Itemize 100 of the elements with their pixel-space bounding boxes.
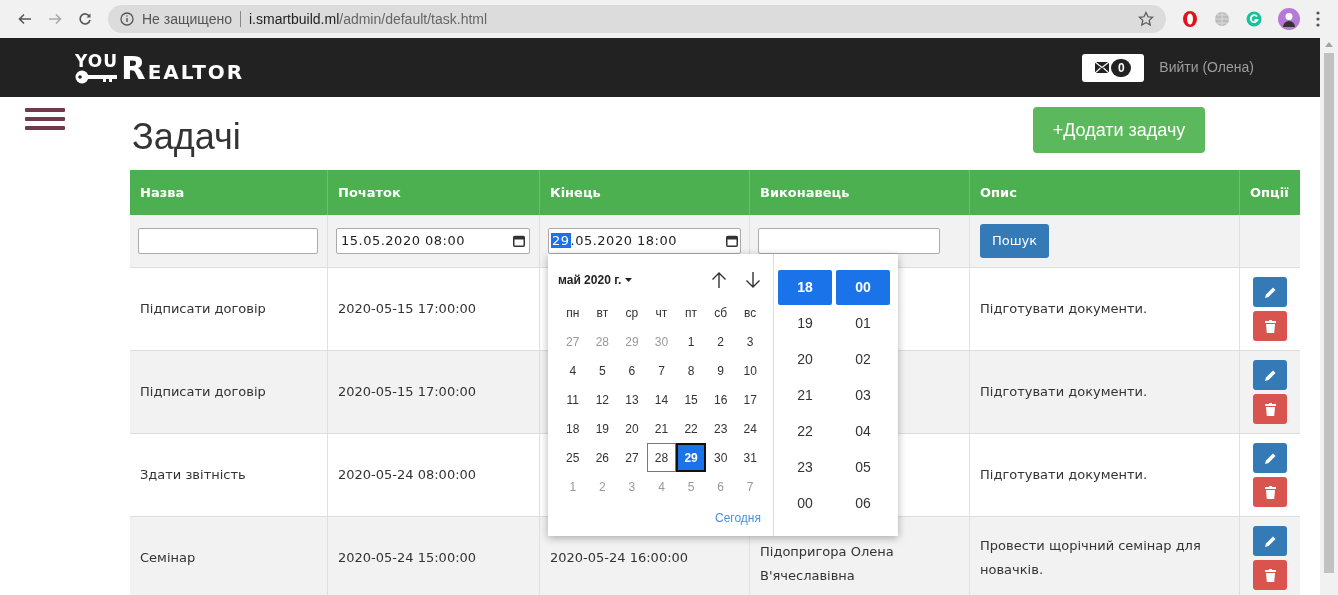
start-date-field[interactable]: 15.05.2020 08:00: [336, 228, 530, 254]
calendar-day[interactable]: 24: [735, 414, 765, 443]
calendar-day[interactable]: 8: [676, 356, 706, 385]
time-option[interactable]: 05: [836, 450, 890, 485]
time-option[interactable]: 21: [778, 378, 832, 413]
calendar-day[interactable]: 4: [558, 356, 588, 385]
calendar-day[interactable]: 26: [587, 443, 618, 472]
time-option[interactable]: 22: [778, 414, 832, 449]
search-button[interactable]: Пошук: [980, 224, 1050, 258]
edit-button[interactable]: [1253, 526, 1287, 556]
more-menu-icon[interactable]: [1316, 11, 1320, 27]
time-option[interactable]: 18: [778, 270, 832, 305]
pencil-icon: [1263, 451, 1277, 465]
url-text: i.smartbuild.ml/admin/default/task.html: [249, 9, 488, 29]
task-name: Здати звітність: [140, 466, 246, 484]
start-time: 2020-05-15 17:00:00: [338, 300, 477, 318]
calendar-day[interactable]: 13: [617, 385, 647, 414]
calendar-day[interactable]: 5: [587, 356, 618, 385]
edit-button[interactable]: [1253, 360, 1287, 390]
calendar-day[interactable]: 19: [587, 414, 618, 443]
oval-extension-icon[interactable]: [1182, 10, 1198, 28]
column-header: Кінець: [550, 183, 601, 202]
delete-button[interactable]: [1253, 477, 1287, 507]
edit-button[interactable]: [1253, 443, 1287, 473]
weekday-label: пт: [685, 304, 698, 322]
task-description: Підготувати документи.: [980, 300, 1148, 318]
task-name: Семінар: [140, 549, 196, 567]
messages-button[interactable]: 0: [1082, 53, 1145, 82]
reload-icon[interactable]: [78, 12, 92, 26]
calendar-day[interactable]: 25: [558, 443, 588, 472]
edit-button[interactable]: [1253, 277, 1287, 307]
time-option[interactable]: 04: [836, 414, 890, 449]
delete-button[interactable]: [1253, 560, 1287, 590]
weekday-label: чт: [655, 304, 668, 322]
calendar-day[interactable]: 12: [587, 385, 618, 414]
executor-filter-field[interactable]: [758, 228, 940, 254]
time-option[interactable]: 03: [836, 378, 890, 413]
menu-icon[interactable]: [25, 108, 65, 130]
start-time: 2020-05-24 08:00:00: [338, 466, 477, 484]
calendar-day[interactable]: 21: [646, 414, 677, 443]
time-option[interactable]: 23: [778, 450, 832, 485]
star-icon[interactable]: [1138, 11, 1154, 27]
scrollbar[interactable]: [1320, 38, 1338, 595]
calendar-day[interactable]: 18: [558, 414, 588, 443]
trash-icon: [1264, 402, 1276, 416]
calendar-day[interactable]: 16: [705, 385, 736, 414]
calendar-day[interactable]: 7: [646, 356, 677, 385]
calendar-day[interactable]: 23: [705, 414, 736, 443]
name-filter-field[interactable]: [138, 228, 318, 254]
end-time: 2020-05-24 16:00:00: [550, 549, 689, 567]
time-option[interactable]: 00: [836, 270, 890, 305]
calendar-day[interactable]: 27: [617, 443, 647, 472]
calendar-icon[interactable]: [726, 235, 738, 247]
logout-link[interactable]: Вийти (Олена): [1159, 57, 1254, 78]
time-option[interactable]: 19: [778, 306, 832, 341]
time-option[interactable]: 06: [836, 486, 890, 521]
envelope-icon: [1095, 62, 1110, 73]
calendar-day[interactable]: 11: [558, 385, 588, 414]
calendar-day[interactable]: 14: [646, 385, 677, 414]
calendar-day[interactable]: 2: [705, 327, 736, 356]
today-link[interactable]: Сегодня: [715, 509, 761, 527]
avatar-icon[interactable]: [1278, 8, 1300, 30]
month-dropdown[interactable]: май 2020 г.: [558, 271, 633, 289]
calendar-day[interactable]: 10: [735, 356, 765, 385]
address-bar[interactable]: Не защищено i.smartbuild.ml/admin/default/task.html: [108, 5, 1166, 33]
calendar-day[interactable]: 15: [676, 385, 706, 414]
caret-icon: [625, 278, 633, 282]
delete-button[interactable]: [1253, 311, 1287, 341]
trash-icon: [1264, 485, 1276, 499]
start-time: 2020-05-24 15:00:00: [338, 549, 477, 567]
delete-button[interactable]: [1253, 394, 1287, 424]
calendar-day[interactable]: 6: [617, 356, 647, 385]
calendar-day[interactable]: 22: [676, 414, 706, 443]
time-option[interactable]: 20: [778, 342, 832, 377]
time-option[interactable]: 00: [778, 486, 832, 521]
back-icon[interactable]: [18, 12, 32, 26]
calendar-day[interactable]: 30: [705, 443, 736, 472]
calendar-day[interactable]: 31: [735, 443, 765, 472]
task-description: Підготувати документи.: [980, 466, 1148, 484]
weekday-label: ср: [625, 304, 639, 322]
calendar-day[interactable]: 1: [676, 327, 706, 356]
time-option[interactable]: 01: [836, 306, 890, 341]
column-header: Назва: [140, 183, 185, 202]
down-arrow-icon[interactable]: [745, 271, 761, 289]
calendar-day[interactable]: 28: [646, 443, 677, 472]
info-icon[interactable]: [120, 12, 134, 26]
time-option[interactable]: 02: [836, 342, 890, 377]
calendar-day[interactable]: 3: [735, 327, 765, 356]
weekday-label: вт: [596, 304, 609, 322]
end-date-field[interactable]: 29.05.2020 18:00: [548, 228, 741, 254]
trash-icon: [1264, 319, 1276, 333]
start-time: 2020-05-15 17:00:00: [338, 383, 477, 401]
up-arrow-icon[interactable]: [711, 271, 727, 289]
calendar-day[interactable]: 29: [676, 443, 706, 472]
calendar-day[interactable]: 20: [617, 414, 647, 443]
pencil-icon: [1263, 534, 1277, 548]
calendar-day[interactable]: 17: [735, 385, 765, 414]
column-header: Виконавець: [760, 183, 850, 202]
calendar-day[interactable]: 9: [705, 356, 736, 385]
calendar-icon[interactable]: [513, 235, 525, 247]
